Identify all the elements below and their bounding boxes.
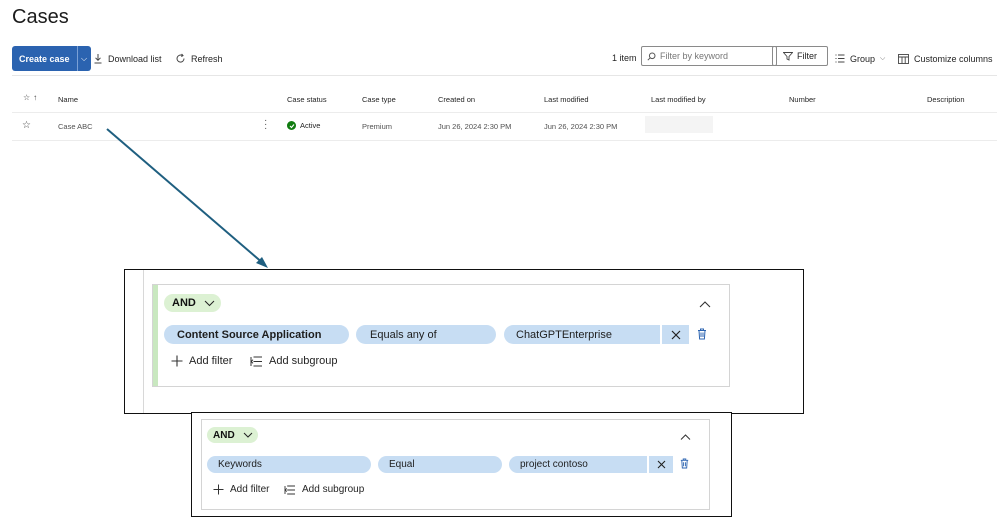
group-accent-bar	[153, 285, 158, 386]
filter-value-chip[interactable]: ChatGPTEnterprise	[504, 325, 660, 344]
subgroup-icon	[284, 485, 295, 494]
remove-value-button[interactable]	[649, 456, 673, 473]
delete-trash-icon[interactable]	[697, 328, 707, 340]
add-filter-label: Add filter	[189, 355, 233, 367]
filter-field-dropdown[interactable]: Keywords	[207, 456, 371, 473]
add-filter-button[interactable]: Add filter	[171, 355, 232, 367]
filter-field-dropdown[interactable]: Content Source Application	[164, 325, 349, 344]
group-guide-line	[143, 270, 144, 413]
zoom-callout-1: AND Content Source Application Equals an…	[124, 269, 804, 414]
chevron-down-icon	[204, 300, 215, 306]
operator-label: AND	[213, 429, 235, 441]
operator-label: AND	[172, 297, 196, 309]
subgroup-icon	[250, 356, 262, 366]
filter-value-chip[interactable]: project contoso	[509, 456, 647, 473]
add-subgroup-button[interactable]: Add subgroup	[250, 355, 338, 367]
filter-group-panel-2: AND Keywords Equal project contoso Add f…	[201, 419, 710, 510]
and-operator-dropdown[interactable]: AND	[164, 294, 221, 312]
remove-value-button[interactable]	[662, 325, 689, 344]
close-icon	[657, 460, 665, 469]
zoom-callout-2: AND Keywords Equal project contoso Add f…	[191, 412, 732, 517]
collapse-chevron-up-icon[interactable]	[699, 301, 711, 308]
plus-icon	[171, 355, 183, 367]
add-subgroup-label: Add subgroup	[269, 355, 338, 367]
close-icon	[671, 330, 680, 339]
filter-group-panel: AND Content Source Application Equals an…	[152, 284, 730, 387]
filter-condition-dropdown[interactable]: Equal	[378, 456, 502, 473]
add-filter-label: Add filter	[230, 484, 270, 495]
add-filter-button[interactable]: Add filter	[213, 484, 269, 495]
collapse-chevron-up-icon[interactable]	[680, 434, 691, 440]
add-subgroup-label: Add subgroup	[302, 484, 365, 495]
delete-trash-icon[interactable]	[680, 458, 689, 469]
chevron-down-icon	[243, 432, 253, 438]
plus-icon	[213, 484, 224, 495]
and-operator-dropdown[interactable]: AND	[207, 427, 258, 443]
filter-condition-dropdown[interactable]: Equals any of	[356, 325, 496, 344]
add-subgroup-button[interactable]: Add subgroup	[284, 484, 364, 495]
